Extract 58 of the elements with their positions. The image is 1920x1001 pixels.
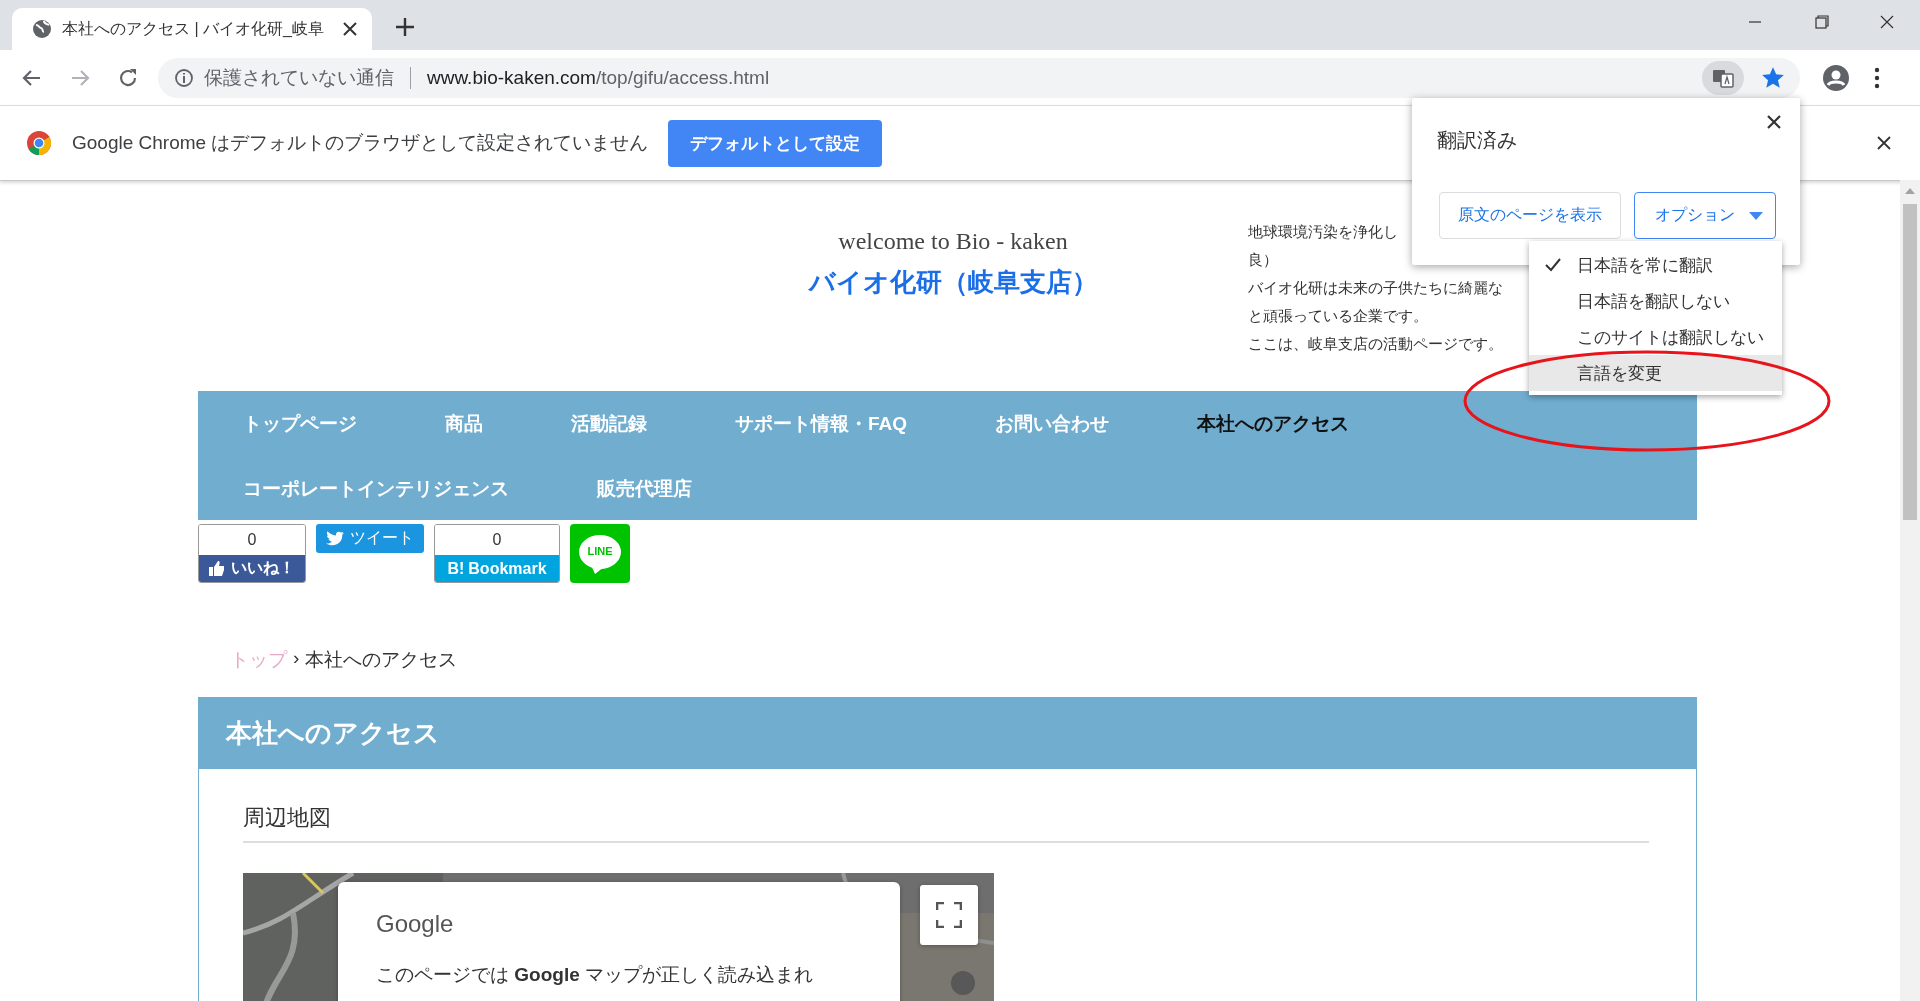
- close-icon[interactable]: [342, 21, 358, 37]
- welcome-text: welcome to Bio - kaken: [837, 228, 1069, 255]
- tab-title: 本社へのアクセス | バイオ化研_岐阜: [62, 18, 325, 39]
- breadcrumb-current: 本社へのアクセス: [305, 648, 458, 672]
- browser-tab[interactable]: 本社へのアクセス | バイオ化研_岐阜: [12, 8, 372, 50]
- fullscreen-icon: [936, 902, 962, 928]
- info-icon[interactable]: [174, 67, 194, 88]
- menu-item[interactable]: このサイトは翻訳しない: [1529, 319, 1782, 355]
- browser-logo-icon: [26, 130, 52, 156]
- scrollbar[interactable]: [1900, 180, 1920, 1001]
- fullscreen-button[interactable]: [920, 885, 978, 945]
- site-title: バイオ化研（岐阜支店）: [807, 266, 1099, 299]
- menu-item[interactable]: 日本語を常に翻訳: [1529, 247, 1782, 283]
- url-text: www.bio-kaken.com/top/gifu/access.html: [427, 66, 771, 89]
- nav-link[interactable]: サポート情報・FAQ: [691, 391, 952, 456]
- scrollbar-thumb[interactable]: [1903, 204, 1917, 520]
- thumbs-up-icon: [209, 561, 225, 576]
- menu-icon[interactable]: [1874, 66, 1880, 89]
- security-label: 保護されていない通信: [204, 65, 394, 90]
- close-icon[interactable]: [1766, 114, 1782, 130]
- caret-icon: [1749, 211, 1763, 220]
- section-subheading: 周辺地図: [243, 803, 1649, 843]
- nav-link[interactable]: お問い合わせ: [951, 391, 1154, 456]
- bookmark-button[interactable]: 0 B! Bookmark: [434, 524, 560, 583]
- close-icon[interactable]: [1876, 135, 1892, 151]
- nav-link[interactable]: 活動記録: [527, 391, 691, 456]
- breadcrumb-separator: ›: [293, 647, 300, 670]
- new-tab-icon[interactable]: [394, 16, 416, 38]
- bird-icon: [326, 531, 344, 546]
- translate-button[interactable]: [1702, 60, 1744, 95]
- popup-title: 翻訳済み: [1437, 128, 1517, 153]
- options-button[interactable]: オプション: [1634, 192, 1776, 239]
- line-share-button[interactable]: LINE: [570, 524, 630, 583]
- globe-icon: [32, 19, 52, 39]
- menu-item[interactable]: 日本語を翻訳しない: [1529, 283, 1782, 319]
- profile-icon[interactable]: [1822, 63, 1850, 92]
- set-default-button[interactable]: デフォルトとして設定: [668, 119, 883, 167]
- tweet-button[interactable]: ツイート: [316, 524, 424, 553]
- address-bar[interactable]: 保護されていない通信 www.bio-kaken.com/top/gifu/access.html: [158, 57, 1800, 98]
- menu-item[interactable]: 言語を変更: [1529, 355, 1782, 391]
- nav-link[interactable]: 販売代理店: [553, 456, 736, 521]
- map-notice-title: Google: [376, 910, 454, 938]
- intro-text: 良）: [1248, 250, 1279, 270]
- nav-link[interactable]: 本社へのアクセス: [1153, 391, 1394, 456]
- section-title: 本社へのアクセス: [199, 698, 1696, 769]
- speech-bubble-icon: [577, 532, 623, 575]
- map-notice-text: このページでは Google マップが正しく読み込まれ: [376, 963, 813, 987]
- nav-link[interactable]: 商品: [401, 391, 527, 456]
- nav-link[interactable]: トップページ: [199, 391, 401, 456]
- intro-text: と頑張っている企業です。: [1248, 306, 1429, 326]
- like-button[interactable]: 0 いいね！: [198, 524, 306, 583]
- infobar-message: Google Chrome はデフォルトのブラウザとして設定されていません: [72, 131, 649, 155]
- intro-text: 地球環境汚染を浄化し: [1248, 222, 1399, 242]
- intro-text: ここは、岐阜支店の活動ページです。: [1248, 334, 1503, 354]
- nav-link[interactable]: コーポレートインテリジェンス: [199, 456, 553, 521]
- check-icon: [1545, 258, 1561, 272]
- show-original-button[interactable]: 原文のページを表示: [1439, 192, 1621, 239]
- intro-text: バイオ化研は未来の子供たちに綺麗な: [1248, 278, 1503, 298]
